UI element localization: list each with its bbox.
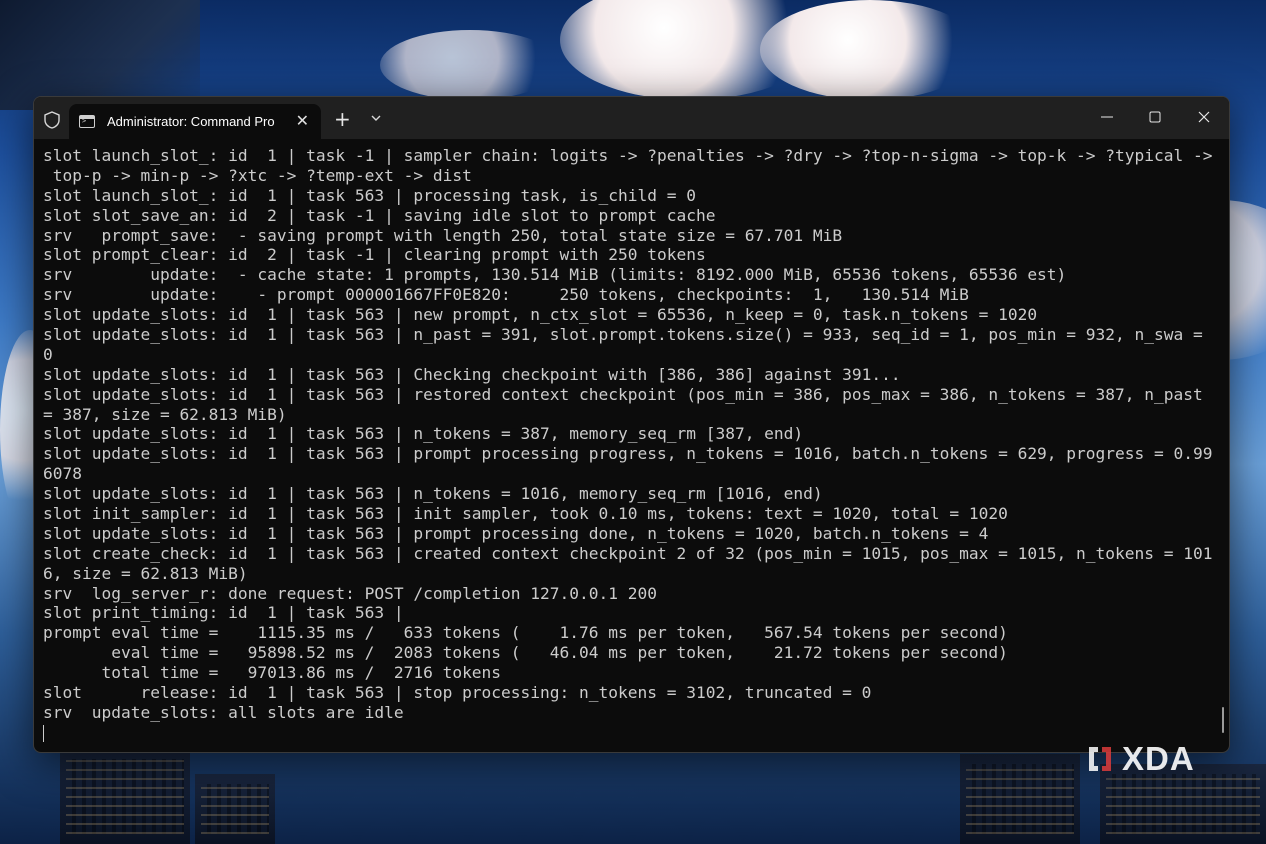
terminal-line: = 387, size = 62.813 MiB)	[43, 404, 287, 424]
terminal-line: slot init_sampler: id 1 | task 563 | ini…	[43, 504, 1008, 524]
terminal-line: eval time = 95898.52 ms / 2083 tokens ( …	[43, 643, 1008, 663]
shield-icon	[44, 111, 60, 129]
terminal-line: slot prompt_clear: id 2 | task -1 | clea…	[43, 245, 706, 265]
wallpaper-building	[60, 749, 190, 844]
maximize-button[interactable]	[1131, 97, 1179, 137]
terminal-line: slot update_slots: id 1 | task 563 | n_t…	[43, 484, 823, 504]
terminal-line: slot create_check: id 1 | task 563 | cre…	[43, 543, 1213, 563]
title-bar[interactable]: Administrator: Command Pro ✕ +	[34, 97, 1229, 139]
terminal-line: slot update_slots: id 1 | task 563 | Che…	[43, 364, 901, 384]
terminal-line: slot launch_slot_: id 1 | task 563 | pro…	[43, 185, 696, 205]
terminal-line: slot update_slots: id 1 | task 563 | n_p…	[43, 325, 1203, 345]
watermark-text: XDA	[1122, 740, 1195, 777]
minimize-icon	[1101, 116, 1113, 118]
wallpaper-cloud	[380, 30, 560, 100]
terminal-line: srv log_server_r: done request: POST /co…	[43, 583, 657, 603]
terminal-line: slot slot_save_an: id 2 | task -1 | savi…	[43, 205, 716, 225]
terminal-line: 0	[43, 344, 53, 364]
xda-logo-icon	[1089, 747, 1111, 771]
close-window-icon	[1198, 111, 1210, 123]
tab-title: Administrator: Command Pro	[107, 114, 275, 129]
terminal-line: srv update_slots: all slots are idle	[43, 702, 404, 722]
wallpaper-cloud	[760, 0, 980, 100]
scrollbar[interactable]	[1222, 707, 1224, 733]
window-close-button[interactable]	[1180, 97, 1228, 137]
terminal-line: slot update_slots: id 1 | task 563 | res…	[43, 384, 1203, 404]
new-tab-button[interactable]: +	[334, 108, 351, 130]
terminal-output[interactable]: slot launch_slot_: id 1 | task -1 | samp…	[43, 146, 1213, 752]
chevron-down-icon[interactable]	[369, 111, 383, 125]
text-cursor	[43, 724, 44, 742]
minimize-button[interactable]	[1083, 97, 1131, 137]
terminal-line: prompt eval time = 1115.35 ms / 633 toke…	[43, 623, 1008, 643]
terminal-line: slot update_slots: id 1 | task 563 | pro…	[43, 523, 989, 543]
terminal-icon	[79, 115, 95, 128]
terminal-line: slot update_slots: id 1 | task 563 | pro…	[43, 444, 1213, 464]
terminal-window: Administrator: Command Pro ✕ + slot laun…	[33, 96, 1230, 753]
terminal-line: srv update: - prompt 000001667FF0E820: 2…	[43, 285, 969, 305]
terminal-line: total time = 97013.86 ms / 2716 tokens	[43, 663, 502, 683]
terminal-line: slot print_timing: id 1 | task 563 |	[43, 603, 404, 623]
terminal-line: slot release: id 1 | task 563 | stop pro…	[43, 683, 872, 703]
terminal-line: srv prompt_save: - saving prompt with le…	[43, 225, 843, 245]
maximize-icon	[1149, 111, 1161, 123]
terminal-line: slot launch_slot_: id 1 | task -1 | samp…	[43, 146, 1213, 165]
terminal-line: srv update: - cache state: 1 prompts, 13…	[43, 265, 1067, 285]
terminal-line: top-p -> min-p -> ?xtc -> ?temp-ext -> d…	[43, 165, 472, 185]
terminal-line: slot update_slots: id 1 | task 563 | n_t…	[43, 424, 804, 444]
wallpaper-structure	[0, 0, 200, 110]
wallpaper-building	[195, 774, 275, 844]
terminal-line: 6, size = 62.813 MiB)	[43, 563, 248, 583]
tab-command-prompt[interactable]: Administrator: Command Pro ✕	[69, 104, 321, 139]
terminal-line: 6078	[43, 464, 82, 484]
wallpaper-building	[960, 754, 1080, 844]
close-icon[interactable]: ✕	[296, 112, 309, 130]
xda-watermark: XDA	[1086, 740, 1195, 777]
terminal-line: slot update_slots: id 1 | task 563 | new…	[43, 305, 1038, 325]
